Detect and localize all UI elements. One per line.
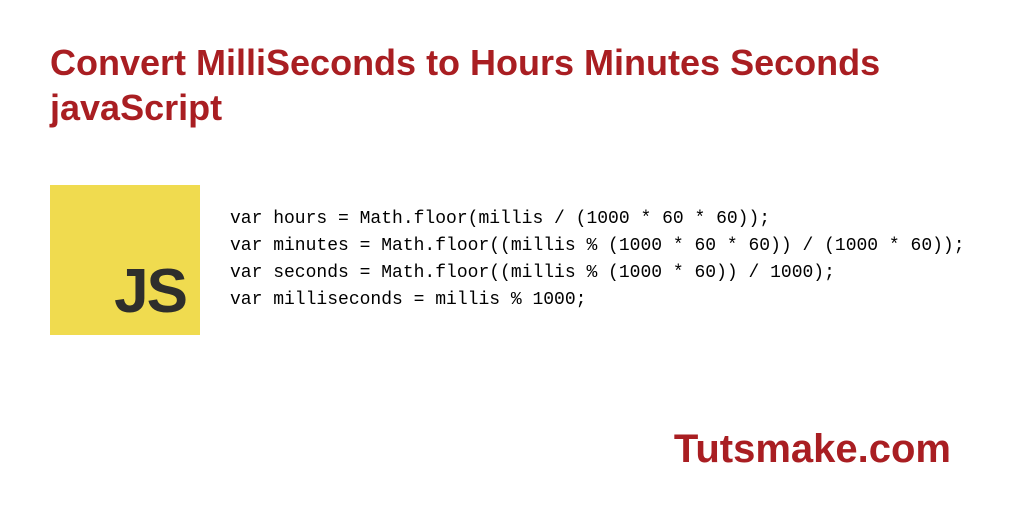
code-line: var seconds = Math.floor((millis % (1000… — [230, 263, 835, 283]
code-line: var hours = Math.floor(millis / (1000 * … — [230, 209, 770, 229]
js-logo-text: JS — [114, 256, 186, 327]
code-line: var milliseconds = millis % 1000; — [230, 290, 586, 310]
code-block: var hours = Math.floor(millis / (1000 * … — [230, 206, 965, 314]
content-row: JS var hours = Math.floor(millis / (1000… — [50, 185, 971, 335]
code-line: var minutes = Math.floor((millis % (1000… — [230, 236, 965, 256]
site-name: Tutsmake.com — [674, 427, 951, 472]
page-title: Convert MilliSeconds to Hours Minutes Se… — [50, 40, 971, 130]
js-logo: JS — [50, 185, 200, 335]
